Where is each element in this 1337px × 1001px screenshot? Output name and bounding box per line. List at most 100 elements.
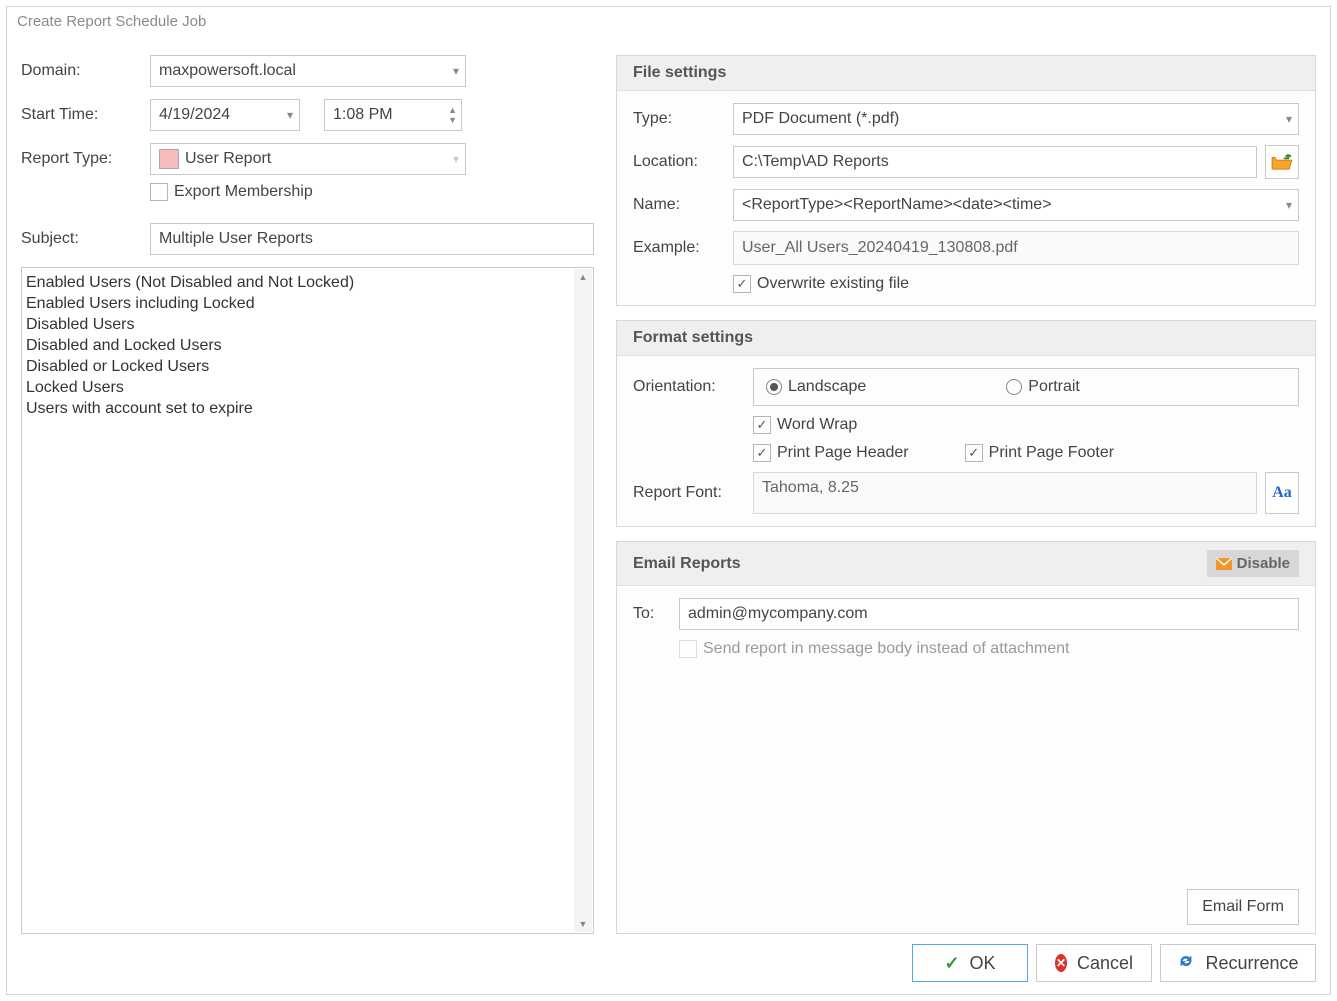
- list-item[interactable]: Enabled Users (Not Disabled and Not Lock…: [26, 272, 573, 293]
- ok-label: OK: [970, 953, 996, 974]
- file-type-label: Type:: [633, 110, 733, 128]
- landscape-label: Landscape: [788, 378, 866, 396]
- location-value: C:\Temp\AD Reports: [742, 153, 889, 171]
- subject-value: Multiple User Reports: [159, 230, 313, 248]
- checkbox-icon: ✓: [733, 275, 751, 293]
- start-time-value: 1:08 PM: [333, 106, 393, 124]
- content: Domain: maxpowersoft.local ▾ Start Time:…: [21, 55, 1316, 934]
- location-label: Location:: [633, 153, 733, 171]
- domain-dropdown[interactable]: maxpowersoft.local ▾: [150, 55, 466, 87]
- start-time-spinner[interactable]: 1:08 PM ▲▼: [324, 99, 462, 131]
- report-font-value: Tahoma, 8.25: [762, 479, 859, 497]
- ok-button[interactable]: ✓ OK: [912, 944, 1028, 982]
- print-header-label: Print Page Header: [777, 444, 909, 462]
- checkbox-icon: [150, 183, 168, 201]
- format-settings-panel: Format settings Orientation: Landscape P…: [616, 320, 1316, 527]
- choose-font-button[interactable]: Aa: [1265, 472, 1299, 514]
- export-membership-checkbox[interactable]: Export Membership: [150, 183, 313, 201]
- word-wrap-checkbox[interactable]: ✓ Word Wrap: [753, 416, 857, 434]
- email-disable-button[interactable]: Disable: [1207, 550, 1299, 577]
- filename-value: <ReportType><ReportName><date><time>: [742, 196, 1052, 214]
- checkbox-icon: ✓: [753, 444, 771, 462]
- start-date-picker[interactable]: 4/19/2024 ▾: [150, 99, 300, 131]
- recurrence-label: Recurrence: [1205, 953, 1298, 974]
- landscape-radio[interactable]: Landscape: [766, 378, 866, 396]
- domain-value: maxpowersoft.local: [159, 62, 296, 80]
- spinner-buttons[interactable]: ▲▼: [448, 100, 457, 130]
- portrait-radio[interactable]: Portrait: [1006, 378, 1080, 396]
- cancel-icon: ✕: [1055, 954, 1067, 972]
- email-disable-label: Disable: [1237, 555, 1290, 572]
- reports-list-items: Enabled Users (Not Disabled and Not Lock…: [26, 272, 573, 929]
- dialog-buttons: ✓ OK ✕ Cancel Recurrence: [912, 944, 1316, 982]
- example-label: Example:: [633, 239, 733, 257]
- email-to-input[interactable]: admin@mycompany.com: [679, 598, 1299, 630]
- file-settings-panel: File settings Type: PDF Document (*.pdf)…: [616, 55, 1316, 306]
- send-in-body-label: Send report in message body instead of a…: [703, 640, 1069, 658]
- email-to-label: To:: [633, 605, 679, 623]
- font-icon: Aa: [1272, 484, 1292, 502]
- browse-folder-button[interactable]: [1265, 145, 1299, 179]
- list-item[interactable]: Disabled Users: [26, 314, 573, 335]
- report-font-label: Report Font:: [633, 484, 753, 502]
- report-type-color-swatch: [159, 149, 179, 169]
- checkbox-icon: [679, 640, 697, 658]
- overwrite-label: Overwrite existing file: [757, 275, 909, 293]
- envelope-icon: [1216, 558, 1232, 570]
- report-type-label: Report Type:: [21, 150, 150, 168]
- radio-icon: [766, 379, 782, 395]
- window-title: Create Report Schedule Job: [7, 7, 1330, 34]
- orientation-group: Landscape Portrait: [753, 368, 1299, 406]
- print-footer-label: Print Page Footer: [989, 444, 1114, 462]
- radio-icon: [1006, 379, 1022, 395]
- email-form-label: Email Form: [1202, 898, 1284, 916]
- list-item[interactable]: Enabled Users including Locked: [26, 293, 573, 314]
- example-output: User_All Users_20240419_130808.pdf: [733, 231, 1299, 265]
- checkbox-icon: ✓: [753, 416, 771, 434]
- list-item[interactable]: Disabled and Locked Users: [26, 335, 573, 356]
- print-footer-checkbox[interactable]: ✓ Print Page Footer: [965, 444, 1114, 462]
- location-input[interactable]: C:\Temp\AD Reports: [733, 146, 1257, 178]
- list-item[interactable]: Users with account set to expire: [26, 398, 573, 419]
- send-in-body-checkbox[interactable]: Send report in message body instead of a…: [679, 640, 1069, 658]
- dialog-window: Create Report Schedule Job Domain: maxpo…: [6, 6, 1331, 995]
- subject-input[interactable]: Multiple User Reports: [150, 223, 594, 255]
- filename-dropdown[interactable]: <ReportType><ReportName><date><time> ▾: [733, 189, 1299, 221]
- file-settings-header: File settings: [633, 64, 726, 82]
- overwrite-checkbox[interactable]: ✓ Overwrite existing file: [733, 275, 909, 293]
- email-form-button[interactable]: Email Form: [1187, 889, 1299, 925]
- domain-label: Domain:: [21, 62, 150, 80]
- email-to-value: admin@mycompany.com: [688, 605, 868, 623]
- chevron-down-icon: ▾: [453, 64, 459, 78]
- reports-listbox[interactable]: Enabled Users (Not Disabled and Not Lock…: [21, 267, 594, 934]
- word-wrap-label: Word Wrap: [777, 416, 857, 434]
- left-pane: Domain: maxpowersoft.local ▾ Start Time:…: [21, 55, 594, 934]
- print-header-checkbox[interactable]: ✓ Print Page Header: [753, 444, 909, 462]
- report-font-display: Tahoma, 8.25: [753, 472, 1257, 514]
- list-item[interactable]: Locked Users: [26, 377, 573, 398]
- portrait-label: Portrait: [1028, 378, 1080, 396]
- export-membership-label: Export Membership: [174, 183, 313, 201]
- report-type-dropdown[interactable]: User Report ▾: [150, 143, 466, 175]
- chevron-down-icon: ▾: [287, 108, 293, 122]
- orientation-label: Orientation:: [633, 378, 753, 396]
- scrollbar[interactable]: ▲▼: [574, 269, 592, 932]
- start-time-label: Start Time:: [21, 106, 150, 124]
- email-reports-header: Email Reports: [633, 555, 741, 573]
- refresh-icon: [1177, 952, 1195, 975]
- checkbox-icon: ✓: [965, 444, 983, 462]
- chevron-down-icon: ▾: [1286, 112, 1292, 126]
- report-type-value: User Report: [185, 150, 271, 168]
- cancel-button[interactable]: ✕ Cancel: [1036, 944, 1152, 982]
- right-pane: File settings Type: PDF Document (*.pdf)…: [616, 55, 1316, 934]
- file-type-dropdown[interactable]: PDF Document (*.pdf) ▾: [733, 103, 1299, 135]
- cancel-label: Cancel: [1077, 953, 1133, 974]
- recurrence-button[interactable]: Recurrence: [1160, 944, 1316, 982]
- filename-label: Name:: [633, 196, 733, 214]
- check-icon: ✓: [944, 953, 959, 974]
- subject-label: Subject:: [21, 230, 150, 248]
- list-item[interactable]: Disabled or Locked Users: [26, 356, 573, 377]
- file-type-value: PDF Document (*.pdf): [742, 110, 899, 128]
- email-reports-panel: Email Reports Disable To: admin@mycompan…: [616, 541, 1316, 934]
- start-date-value: 4/19/2024: [159, 106, 230, 124]
